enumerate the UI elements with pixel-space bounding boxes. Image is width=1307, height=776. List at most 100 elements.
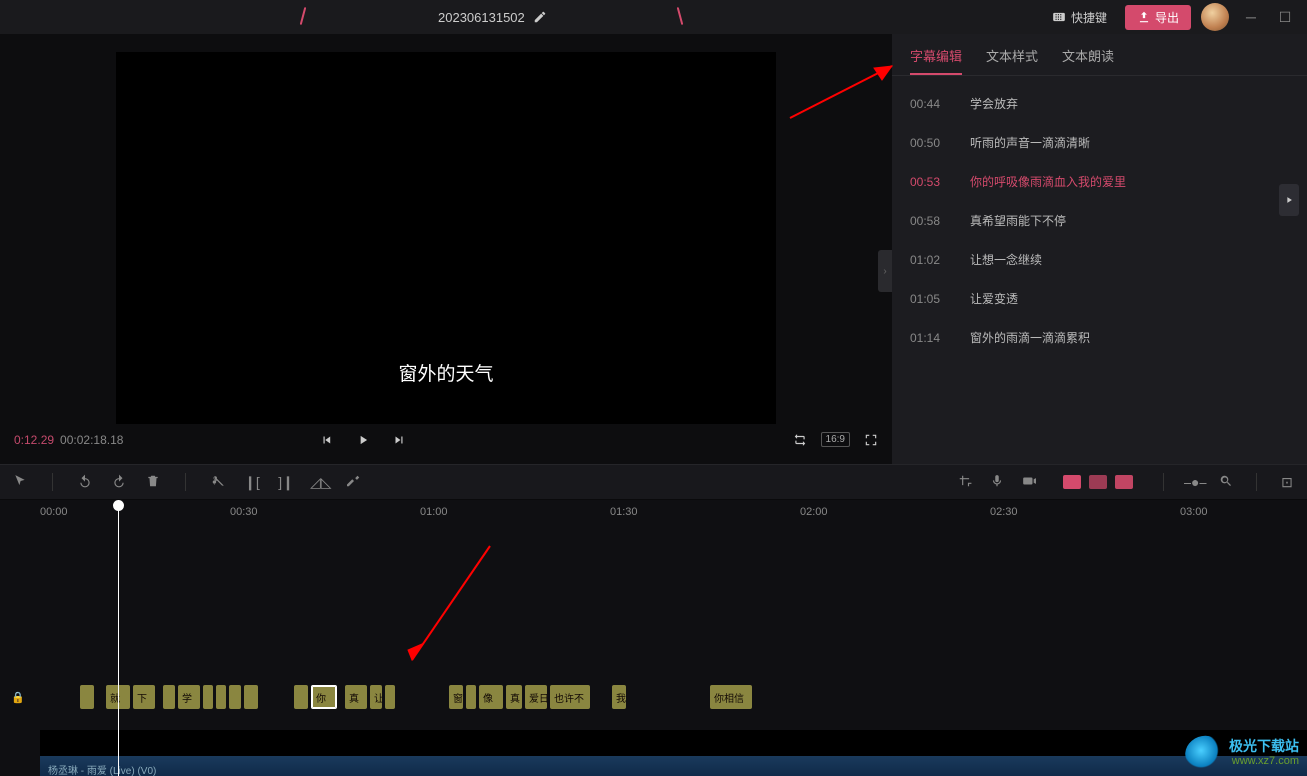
video-track-empty[interactable] bbox=[40, 730, 1307, 756]
shortcuts-button[interactable]: 快捷键 bbox=[1044, 5, 1115, 30]
snap-option-1[interactable] bbox=[1063, 475, 1081, 489]
top-right-controls: 快捷键 导出 ─ ☐ bbox=[1044, 3, 1297, 31]
watermark: 极光下载站 www.xz7.com bbox=[1185, 736, 1299, 770]
tab-text-read[interactable]: 文本朗读 bbox=[1062, 46, 1114, 75]
timeline-clip[interactable]: 像 bbox=[479, 685, 503, 709]
subtitle-row[interactable]: 00:53你的呼吸像雨滴血入我的爱里 bbox=[892, 162, 1307, 201]
audio-waveform[interactable]: 杨丞琳 - 雨爱 (Live) (V0) bbox=[40, 756, 1307, 776]
subtitle-play-button[interactable] bbox=[1279, 184, 1299, 216]
timeline-clip[interactable] bbox=[466, 685, 476, 709]
cut-tool[interactable] bbox=[208, 474, 228, 491]
total-time: 00:02:18.18 bbox=[60, 433, 123, 447]
ruler-mark: 03:00 bbox=[1180, 506, 1208, 518]
undo-button[interactable] bbox=[75, 474, 95, 491]
audio-track[interactable]: 杨丞琳 - 雨爱 (Live) (V0) bbox=[40, 730, 1307, 776]
subtitle-row[interactable]: 01:14 窗外的雨滴一滴滴累积 bbox=[892, 318, 1307, 357]
play-button[interactable] bbox=[356, 433, 370, 447]
panel-collapse-button[interactable]: › bbox=[878, 250, 892, 292]
timeline-clip[interactable]: 也许不 bbox=[550, 685, 590, 709]
loop-icon[interactable] bbox=[793, 433, 807, 447]
timeline-clip[interactable]: 真 bbox=[506, 685, 522, 709]
subtitle-row[interactable]: 01:05 让爱变透 bbox=[892, 279, 1307, 318]
subtitle-text: 听雨的声音一滴滴清晰 bbox=[970, 134, 1090, 151]
track-area: 🔒 就下学你真让窗像真爱日也许不我你相信 杨丞琳 - 雨爱 (Live) (V0… bbox=[0, 530, 1307, 730]
project-name: 202306131502 bbox=[438, 10, 525, 25]
subtitle-list[interactable]: 00:44学会放弃00:50听雨的声音一滴滴清晰00:53你的呼吸像雨滴血入我的… bbox=[892, 76, 1307, 464]
timeline-ruler[interactable]: 00:00 00:30 01:00 01:30 02:00 02:30 03:0… bbox=[0, 500, 1307, 530]
fullscreen-icon[interactable] bbox=[864, 433, 878, 447]
tab-subtitle-edit[interactable]: 字幕编辑 bbox=[910, 46, 962, 75]
timeline-clip[interactable]: 你 bbox=[311, 685, 337, 709]
preview-panel: 窗外的天气 0:12.29 00:02:18.18 16:9 bbox=[0, 34, 892, 464]
watermark-name: 极光下载站 bbox=[1229, 738, 1299, 755]
split-left[interactable]: ❙[ bbox=[242, 474, 262, 491]
timeline-clip[interactable]: 真 bbox=[345, 685, 367, 709]
title-bar: 202306131502 快捷键 导出 ─ ☐ bbox=[0, 0, 1307, 34]
pointer-tool[interactable] bbox=[10, 474, 30, 491]
export-button[interactable]: 导出 bbox=[1125, 5, 1191, 30]
timeline-clip[interactable] bbox=[385, 685, 395, 709]
timeline-clip[interactable] bbox=[294, 685, 308, 709]
decoration-stroke-left bbox=[290, 7, 318, 27]
aspect-ratio[interactable]: 16:9 bbox=[821, 432, 850, 447]
timeline-clip[interactable]: 让 bbox=[370, 685, 382, 709]
subtitle-text: 让爱变透 bbox=[970, 290, 1018, 307]
timeline-clip[interactable]: 爱日 bbox=[525, 685, 547, 709]
timeline-toolbar: ❙[ ]❙ ◿◺ ⎯●⎯ ⊡ bbox=[0, 464, 1307, 500]
subtitle-timestamp: 01:14 bbox=[910, 331, 950, 345]
timeline[interactable]: 00:00 00:30 01:00 01:30 02:00 02:30 03:0… bbox=[0, 500, 1307, 776]
subtitle-track[interactable]: 就下学你真让窗像真爱日也许不我你相信 bbox=[80, 685, 1307, 709]
fit-timeline[interactable]: ⊡ bbox=[1277, 474, 1297, 491]
watermark-logo bbox=[1180, 731, 1227, 776]
timeline-clip[interactable] bbox=[163, 685, 175, 709]
video-canvas[interactable]: 窗外的天气 bbox=[116, 52, 776, 424]
playhead[interactable] bbox=[118, 500, 119, 776]
project-title[interactable]: 202306131502 bbox=[438, 10, 547, 25]
timeline-clip[interactable]: 窗 bbox=[449, 685, 463, 709]
record-icon[interactable] bbox=[1019, 474, 1039, 491]
ruler-mark: 02:30 bbox=[990, 506, 1018, 518]
keyboard-icon bbox=[1052, 10, 1066, 24]
minimize-button[interactable]: ─ bbox=[1239, 5, 1263, 29]
tab-text-style[interactable]: 文本样式 bbox=[986, 46, 1038, 75]
timeline-clip[interactable] bbox=[244, 685, 258, 709]
subtitle-timestamp: 01:05 bbox=[910, 292, 950, 306]
timeline-clip[interactable] bbox=[216, 685, 226, 709]
decoration-stroke-right bbox=[667, 7, 695, 27]
track-lock-icon[interactable]: 🔒 bbox=[0, 685, 36, 709]
mic-icon[interactable] bbox=[987, 474, 1007, 491]
snap-option-3[interactable] bbox=[1115, 475, 1133, 489]
ruler-mark: 00:00 bbox=[40, 506, 68, 518]
timeline-clip[interactable]: 你相信 bbox=[710, 685, 752, 709]
subtitle-row[interactable]: 01:02让想一念继续 bbox=[892, 240, 1307, 279]
timeline-clip[interactable] bbox=[80, 685, 94, 709]
zoom-icon[interactable] bbox=[1216, 474, 1236, 491]
annotation-arrow-tab bbox=[780, 58, 910, 128]
timeline-clip[interactable] bbox=[229, 685, 241, 709]
subtitle-row[interactable]: 00:44学会放弃 bbox=[892, 84, 1307, 123]
redo-button[interactable] bbox=[109, 474, 129, 491]
delete-button[interactable] bbox=[143, 474, 163, 491]
snap-option-2[interactable] bbox=[1089, 475, 1107, 489]
razor-tool[interactable] bbox=[344, 474, 364, 491]
prev-button[interactable] bbox=[320, 433, 334, 447]
timeline-clip[interactable]: 我 bbox=[612, 685, 626, 709]
subtitle-text: 真希望雨能下不停 bbox=[970, 212, 1066, 229]
main-area: 窗外的天气 0:12.29 00:02:18.18 16:9 bbox=[0, 34, 1307, 464]
edit-icon[interactable] bbox=[533, 10, 547, 24]
crop-tool[interactable] bbox=[955, 474, 975, 491]
timeline-clip[interactable] bbox=[203, 685, 213, 709]
subtitle-text: 窗外的雨滴一滴滴累积 bbox=[970, 329, 1090, 346]
user-avatar[interactable] bbox=[1201, 3, 1229, 31]
subtitle-row[interactable]: 00:50听雨的声音一滴滴清晰 bbox=[892, 123, 1307, 162]
mirror-tool[interactable]: ◿◺ bbox=[310, 474, 330, 491]
timeline-clip[interactable]: 学 bbox=[178, 685, 200, 709]
subtitle-row[interactable]: 00:58真希望雨能下不停 bbox=[892, 201, 1307, 240]
zoom-slider-icon[interactable]: ⎯●⎯ bbox=[1184, 474, 1204, 491]
maximize-button[interactable]: ☐ bbox=[1273, 5, 1297, 29]
timeline-clip[interactable]: 下 bbox=[133, 685, 155, 709]
title-area: 202306131502 bbox=[290, 7, 695, 27]
split-right[interactable]: ]❙ bbox=[276, 474, 296, 491]
next-button[interactable] bbox=[392, 433, 406, 447]
track-side-controls: 🔒 bbox=[0, 685, 36, 709]
